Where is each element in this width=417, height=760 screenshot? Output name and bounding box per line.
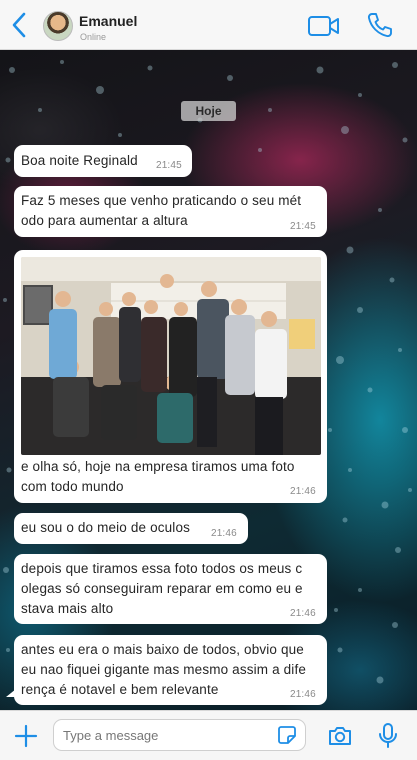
message-input-bar [0, 710, 417, 760]
phone-icon [367, 13, 392, 38]
camera-button[interactable] [327, 723, 353, 749]
message-bubble[interactable]: Boa noite Reginald 21:45 [14, 145, 192, 177]
message-text: Boa noite Reginald [21, 151, 138, 171]
chat-header: Emanuel Online [0, 0, 417, 50]
sticker-button[interactable] [277, 725, 297, 745]
message-line: depois que tiramos essa foto todos os me… [21, 561, 303, 576]
message-text: depois que tiramos essa foto todos os me… [21, 559, 303, 619]
date-separator: Hoje [181, 101, 236, 121]
message-time: 21:46 [290, 689, 316, 700]
voice-call-button[interactable] [366, 11, 394, 39]
message-line: com todo mundo [21, 479, 124, 494]
contact-name[interactable]: Emanuel [79, 13, 137, 29]
message-line: stava mais alto [21, 601, 114, 616]
image-message-bubble[interactable]: e olha só, hoje na empresa tiramos uma f… [14, 250, 327, 503]
bubble-tail [6, 689, 16, 697]
video-call-button[interactable] [307, 14, 341, 38]
back-button[interactable] [8, 10, 30, 40]
message-time: 21:46 [290, 486, 316, 497]
message-input[interactable] [53, 719, 306, 751]
group-photo-image [21, 257, 321, 455]
microphone-icon [379, 723, 397, 748]
video-camera-icon [308, 16, 339, 36]
message-line: odo para aumentar a altura [21, 213, 188, 228]
message-line: Faz 5 meses que venho praticando o seu m… [21, 193, 302, 208]
avatar[interactable] [43, 11, 73, 41]
message-time: 21:45 [156, 160, 182, 171]
message-text: eu sou o do meio de oculos [21, 518, 190, 538]
group-photo[interactable] [21, 257, 321, 455]
message-line: e olha só, hoje na empresa tiramos uma f… [21, 459, 295, 474]
message-bubble[interactable]: antes eu era o mais baixo de todos, obvi… [14, 635, 327, 705]
chevron-left-icon [12, 12, 26, 38]
message-time: 21:45 [290, 221, 316, 232]
chat-area[interactable]: Hoje Boa noite Reginald 21:45 Faz 5 mese… [0, 50, 417, 710]
message-line: eu sou o do meio de oculos [21, 520, 191, 535]
sticker-icon [278, 726, 296, 744]
microphone-button[interactable] [377, 721, 399, 751]
message-text: antes eu era o mais baixo de todos, obvi… [21, 640, 306, 700]
message-line: olegas só conseguiram reparar em como eu… [21, 581, 303, 596]
message-time: 21:46 [211, 528, 237, 539]
plus-icon [14, 724, 38, 748]
camera-icon [329, 727, 351, 745]
contact-status: Online [80, 32, 107, 42]
message-line: Boa noite Reginald [21, 153, 138, 168]
message-line: antes eu era o mais baixo de todos, obvi… [21, 642, 304, 657]
message-time: 21:46 [290, 608, 316, 619]
message-bubble[interactable]: eu sou o do meio de oculos 21:46 [14, 513, 248, 544]
message-bubble[interactable]: depois que tiramos essa foto todos os me… [14, 554, 327, 624]
attach-button[interactable] [13, 723, 39, 749]
message-line: eu nao fiquei gigante mas mesmo assim a … [21, 662, 306, 677]
message-bubble[interactable]: Faz 5 meses que venho praticando o seu m… [14, 186, 327, 237]
message-text: Faz 5 meses que venho praticando o seu m… [21, 191, 301, 231]
message-line: rença é notavel e bem relevante [21, 682, 219, 697]
message-text: e olha só, hoje na empresa tiramos uma f… [21, 457, 295, 497]
